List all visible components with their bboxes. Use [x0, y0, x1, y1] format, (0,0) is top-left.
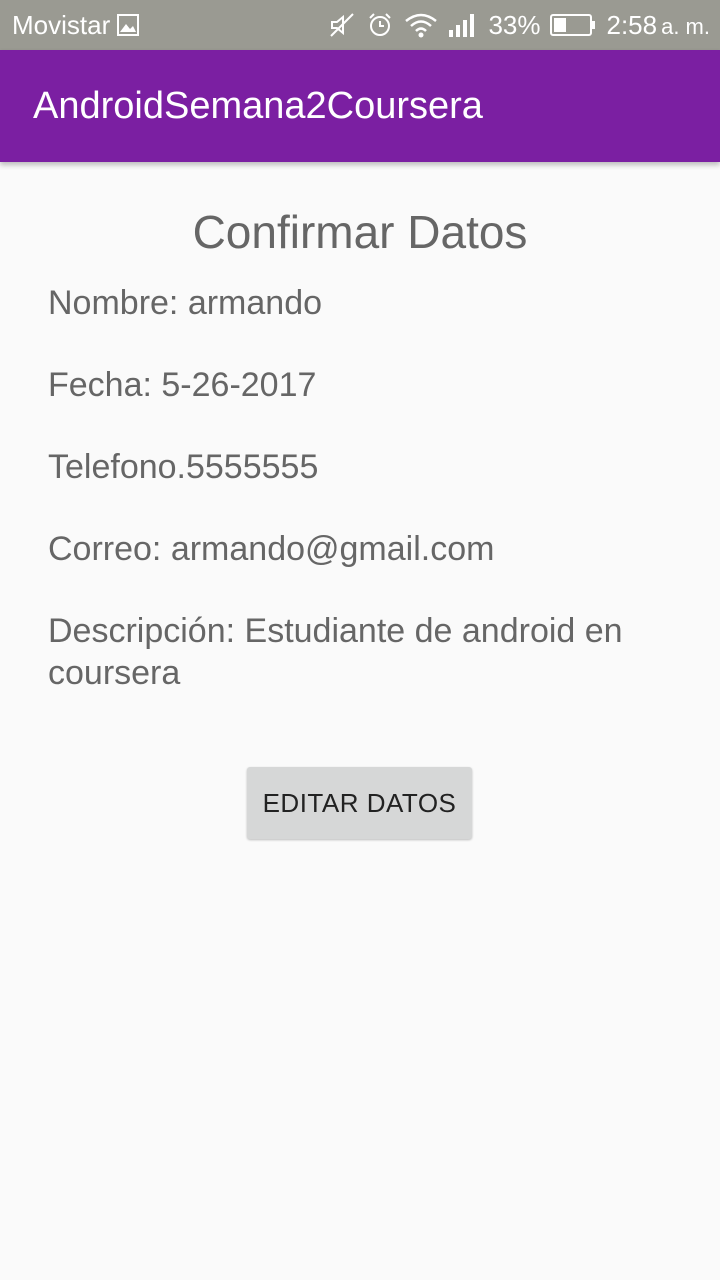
- confirm-data-panel: Confirmar Datos Nombre: armando Fecha: 5…: [0, 162, 720, 694]
- date-field: Fecha: 5-26-2017: [48, 366, 317, 404]
- description-field: Descripción: Estudiante de android en co…: [48, 612, 623, 692]
- status-bar: Movistar 33% 2:58 a. m.: [0, 0, 720, 50]
- battery-percent: 33%: [488, 9, 541, 40]
- image-icon: [116, 13, 140, 37]
- alarm-icon: [366, 11, 394, 39]
- email-field: Correo: armando@gmail.com: [48, 530, 495, 568]
- clock-ampm: a. m.: [661, 13, 710, 39]
- wifi-icon: [404, 11, 438, 39]
- muted-icon: [328, 11, 356, 39]
- page-title: Confirmar Datos: [192, 206, 528, 258]
- phone-field: Telefono.5555555: [48, 448, 319, 486]
- app-title: AndroidSemana2Coursera: [33, 84, 483, 127]
- battery-icon: [550, 13, 596, 37]
- app-bar: AndroidSemana2Coursera: [0, 50, 720, 162]
- carrier-name: Movistar: [12, 9, 111, 40]
- name-field: Nombre: armando: [48, 284, 323, 322]
- clock: 2:58 a. m.: [606, 10, 710, 41]
- edit-data-button[interactable]: EDITAR DATOS: [247, 767, 472, 839]
- clock-time: 2:58: [606, 9, 658, 40]
- signal-icon: [448, 12, 478, 38]
